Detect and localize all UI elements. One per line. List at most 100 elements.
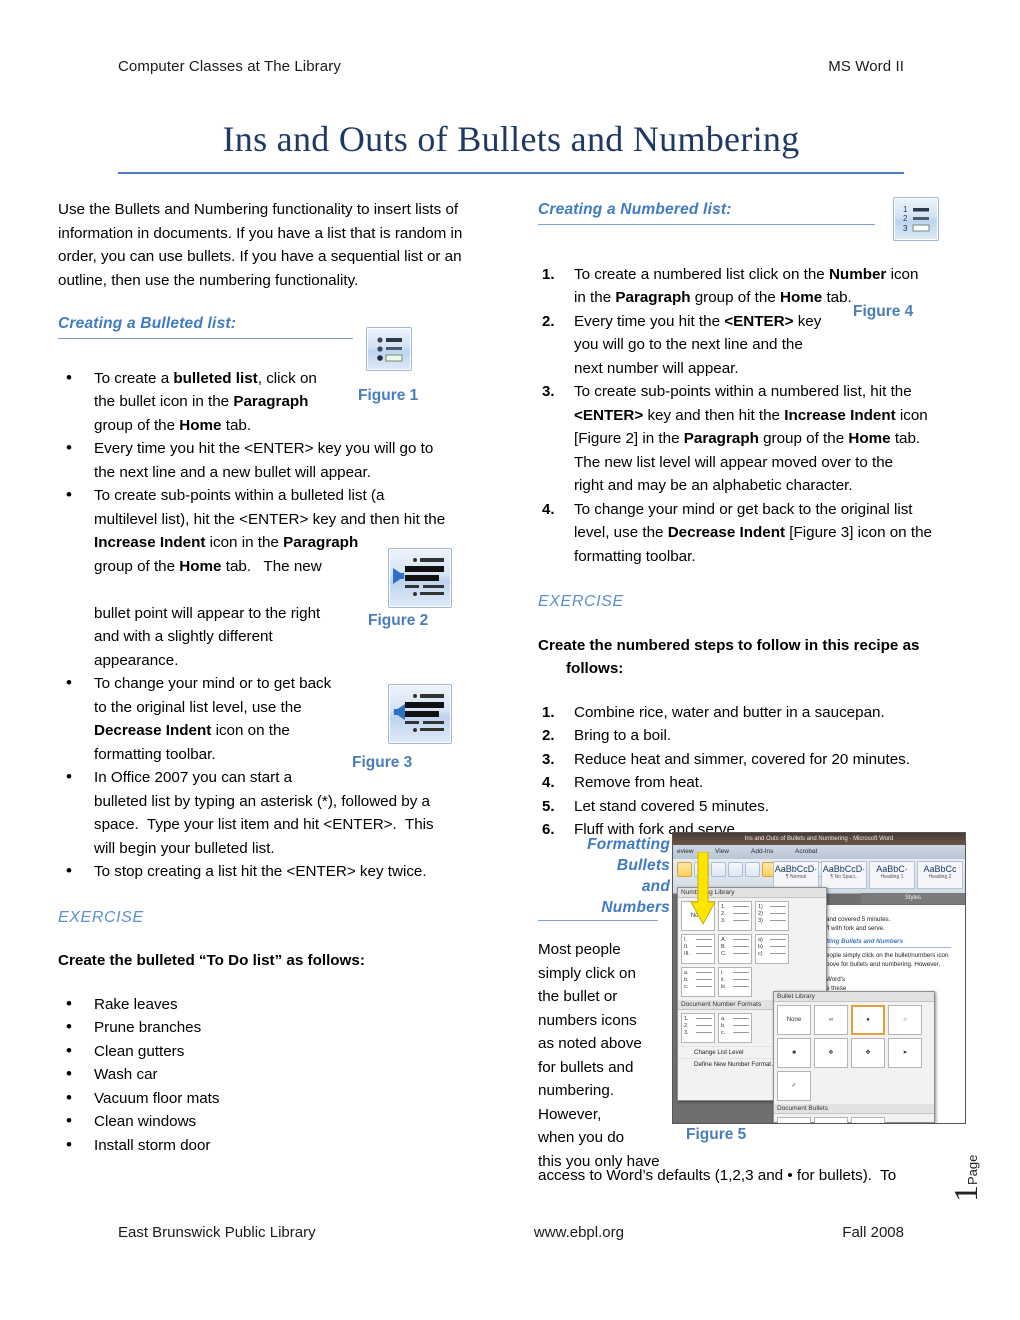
bullet-glyph: ■: [792, 1050, 796, 1056]
list-item: To stop creating a list hit the <ENTER> …: [58, 859, 483, 884]
bullet-cell-hollow-circle[interactable]: ○: [888, 1005, 922, 1035]
word-titlebar: Ins and Outs of Bullets and Numbering - …: [673, 833, 965, 845]
formatting-heading: Formatting Bullets and Numbers: [538, 834, 670, 918]
bullet-cell-square[interactable]: ■: [777, 1038, 811, 1068]
numbering-cell-lower-roman[interactable]: i. ii. iii.: [718, 967, 752, 997]
style-preview: AaBbCcD·: [822, 864, 866, 874]
section-divider: [58, 337, 353, 339]
formatting-heading-line-2: Bullets: [616, 857, 670, 874]
style-preview: AaBbC·: [876, 864, 908, 874]
footer-right-text: Fall 2008: [842, 1224, 904, 1241]
numbering-cell-lower-paren[interactable]: a) b) c): [755, 934, 789, 964]
numbered-list-glyph: 1 2 3: [903, 205, 930, 233]
styles-gallery: AaBbCcD· ¶ Normal AaBbCcD· ¶ No Spaci.. …: [773, 861, 963, 889]
numbering-cell-roman[interactable]: I. II. III.: [681, 934, 715, 964]
style-label: ¶ No Spaci..: [830, 874, 858, 880]
menu-add-ins[interactable]: Add-Ins: [751, 845, 773, 859]
running-header: Computer Classes at The Library MS Word …: [118, 58, 904, 75]
sub-list-item: Vacuum floor mats: [58, 1086, 483, 1111]
doc-line: ff with fork and serve.: [826, 925, 885, 932]
increase-indent-icon[interactable]: [388, 548, 452, 608]
bullet-cell-arrow[interactable]: ➤: [888, 1038, 922, 1068]
bullet-glyph: ●: [866, 1017, 870, 1023]
bullet-glyph: ✤: [865, 1050, 871, 1056]
doc-line-heading: tting Bullets and Numbers: [826, 938, 904, 945]
list-item: To create sub-points within a numbered l…: [542, 380, 928, 494]
bullet-glyph: ✓: [791, 1083, 797, 1089]
style-no-spacing[interactable]: AaBbCcD· ¶ No Spaci..: [821, 861, 867, 889]
formatting-body-narrow: Most people simply click on the bullet or n…: [538, 941, 660, 1170]
doc-line: and covered 5 minutes.: [826, 916, 891, 923]
list-item: Clean gutters: [58, 1039, 483, 1064]
header-right-text: MS Word II: [828, 58, 904, 75]
menu-acrobat[interactable]: Acrobat: [795, 845, 817, 859]
style-heading-2[interactable]: AaBbCc Heading 2: [917, 861, 963, 889]
docbullet-cell-hollow[interactable]: ○: [814, 1117, 848, 1123]
list-item: Remove from heat.: [542, 771, 704, 794]
bullet-cell-check[interactable]: ✓: [777, 1071, 811, 1101]
list-item: In Office 2007 you can start abulleted l…: [58, 765, 483, 860]
yellow-pointer-arrow-icon: [690, 852, 716, 926]
bullet-glyph: ○: [817, 1120, 845, 1123]
bullet-cell-cross[interactable]: ✤: [851, 1038, 885, 1068]
decrease-indent-icon[interactable]: [388, 684, 452, 744]
bullet-glyph: ○: [903, 1017, 907, 1023]
svg-text:2: 2: [903, 214, 908, 223]
exercise-lead-line-1: Create the numbered steps to follow in t…: [538, 636, 920, 654]
footer-left-text: East Brunswick Public Library: [118, 1224, 316, 1241]
bullet-glyph: ❖: [828, 1050, 834, 1056]
document-bullets-grid: ● ○ ➤: [774, 1114, 934, 1123]
list-item: Rake leaves: [58, 992, 483, 1017]
numbering-cell-lower-alpha[interactable]: a. b. c.: [681, 967, 715, 997]
section-divider: [538, 920, 658, 921]
formatting-body-wide: access to Word’s defaults (1,2,3 and • f…: [538, 1167, 897, 1184]
bullet-cell-none[interactable]: None: [777, 1005, 811, 1035]
menu-view[interactable]: View: [715, 845, 729, 859]
document-bullets-header: Document Bullets: [774, 1104, 934, 1114]
recipe-steps-list: Combine rice, water and butter in a sauc…: [538, 701, 968, 842]
bullet-cell-filled-circle[interactable]: ●: [851, 1005, 885, 1035]
numbered-list-icon[interactable]: 1 2 3: [893, 197, 939, 241]
page-title: Ins and Outs of Bullets and Numbering: [222, 119, 800, 159]
bullet-list-icon[interactable]: [366, 327, 412, 371]
svg-text:1: 1: [903, 205, 908, 214]
docbullet-cell-filled[interactable]: ●: [777, 1117, 811, 1123]
left-column: Use the Bullets and Numbering functional…: [58, 198, 483, 1157]
style-heading-1[interactable]: AaBbC· Heading 1: [869, 861, 915, 889]
numbering-cell-upper-alpha[interactable]: A. B. C.: [718, 934, 752, 964]
word-menubar: eview View Add-Ins Acrobat: [673, 845, 965, 859]
figure-5-screenshot: Ins and Outs of Bullets and Numbering - …: [672, 832, 966, 1124]
section-heading-bulleted: Creating a Bulleted list:: [58, 315, 237, 332]
page-number: 1Page: [948, 1155, 986, 1202]
bullet-cell-infinity[interactable]: ∞: [814, 1005, 848, 1035]
figure-1-label: Figure 1: [358, 387, 419, 404]
exercise-lead-line-2: follows:: [566, 660, 624, 677]
list-item: Bring to a boil.: [542, 724, 672, 747]
bullet-library-panel[interactable]: Bullet Library None ∞ ● ○ ■ ❖ ✤ ➤ ✓ Docu…: [773, 991, 935, 1123]
bullet-library-grid: None ∞ ● ○ ■ ❖ ✤ ➤ ✓: [774, 1002, 934, 1104]
style-normal[interactable]: AaBbCcD· ¶ Normal: [773, 861, 819, 889]
svg-text:3: 3: [903, 224, 908, 233]
exercise-heading-left: EXERCISE: [58, 908, 144, 926]
list-item: Prune branches: [58, 1015, 483, 1040]
bullet-glyph: ∞: [828, 1017, 834, 1023]
docnum-cell-alpha[interactable]: a. b. c.: [718, 1013, 752, 1043]
intro-paragraph: Use the Bullets and Numbering functional…: [58, 201, 463, 289]
numbering-cell-paren[interactable]: 1) 2) 3): [755, 901, 789, 931]
bullet-cell-diamond[interactable]: ❖: [814, 1038, 848, 1068]
docnum-cell-decimal[interactable]: 1. 2. 3.: [681, 1013, 715, 1043]
exercise-heading-right: EXERCISE: [538, 593, 624, 610]
exercise-lead-left: Create the bulleted “To Do list” as foll…: [58, 952, 365, 969]
formatting-heading-line-3: and: [641, 878, 670, 895]
section-divider: [538, 223, 875, 225]
list-item: Reduce heat and simmer, covered for 20 m…: [542, 748, 910, 771]
docbullet-cell-arrow[interactable]: ➤: [851, 1117, 885, 1123]
decrease-indent-ribbon-icon[interactable]: [728, 862, 743, 877]
increase-indent-ribbon-icon[interactable]: [745, 862, 760, 877]
formatting-heading-line-1: Formatting: [587, 836, 670, 853]
numbering-cell-decimal[interactable]: 1. 2. 3.: [718, 901, 752, 931]
style-label: ¶ Normal: [785, 874, 807, 880]
formatting-section: Formatting Bullets and Numbers: [538, 834, 670, 921]
list-item: To change your mind or get back to the o…: [542, 498, 932, 565]
list-item: Combine rice, water and butter in a sauc…: [542, 701, 885, 724]
